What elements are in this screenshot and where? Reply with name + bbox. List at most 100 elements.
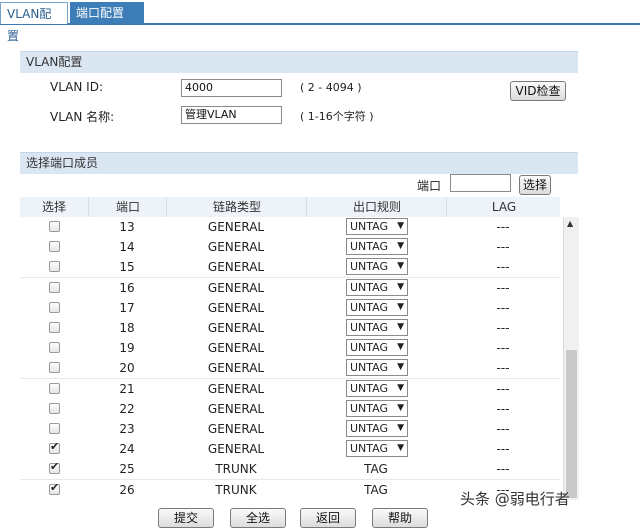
link-type: GENERAL xyxy=(207,341,265,356)
select-all-button[interactable]: 全选 xyxy=(230,508,286,528)
egress-rule-select[interactable]: UNTAG ▼ xyxy=(346,258,408,276)
egress-rule-value: UNTAG xyxy=(350,361,389,375)
lag-value: --- xyxy=(496,462,510,477)
back-button[interactable]: 返回 xyxy=(300,508,356,528)
link-type: GENERAL xyxy=(207,361,265,376)
chevron-down-icon: ▼ xyxy=(397,423,404,433)
egress-rule-value: UNTAG xyxy=(350,442,389,456)
link-type: GENERAL xyxy=(207,260,265,275)
port-number: 25 xyxy=(119,462,135,477)
table-scrollbar[interactable]: ▲ xyxy=(563,217,579,500)
port-number: 21 xyxy=(119,381,135,396)
table-row: 17 GENERAL UNTAG ▼ --- xyxy=(20,297,560,319)
lag-value: --- xyxy=(496,341,510,356)
row-select-checkbox[interactable] xyxy=(49,423,60,434)
table-row: 18 GENERAL UNTAG ▼ --- xyxy=(20,318,560,339)
row-select-checkbox[interactable] xyxy=(49,241,60,253)
egress-rule-select[interactable]: UNTAG ▼ xyxy=(346,440,408,458)
row-select-checkbox[interactable] xyxy=(49,362,60,374)
egress-rule-value: UNTAG xyxy=(350,280,389,294)
tab-port-config[interactable]: 端口配置 xyxy=(70,2,144,24)
egress-rule-value: UNTAG xyxy=(350,341,389,355)
egress-rule-value: UNTAG xyxy=(350,381,389,395)
row-select-checkbox[interactable] xyxy=(49,281,60,293)
row-select-checkbox[interactable] xyxy=(49,301,60,313)
chevron-down-icon: ▼ xyxy=(397,241,404,252)
chevron-down-icon: ▼ xyxy=(397,402,404,413)
egress-rule-select[interactable]: UNTAG ▼ xyxy=(346,298,408,316)
port-number: 13 xyxy=(119,220,135,234)
chevron-down-icon: ▼ xyxy=(397,342,404,353)
egress-rule-value: UNTAG xyxy=(350,401,389,415)
col-link-type: 链路类型 xyxy=(166,197,307,217)
link-type: GENERAL xyxy=(207,422,265,436)
scroll-up-icon[interactable]: ▲ xyxy=(567,219,573,228)
row-select-checkbox[interactable] xyxy=(49,221,60,232)
link-type: TRUNK xyxy=(215,482,257,497)
submit-button[interactable]: 提交 xyxy=(158,508,214,528)
egress-rule-select[interactable]: UNTAG ▼ xyxy=(346,319,408,336)
vlan-config-title: VLAN配置 xyxy=(20,51,578,73)
link-type: TRUNK xyxy=(215,462,257,477)
port-members-panel: 选择端口成员 端口 选择 xyxy=(20,152,578,196)
port-number: 18 xyxy=(119,321,135,335)
egress-rule-select[interactable]: UNTAG ▼ xyxy=(346,359,408,377)
egress-rule-select[interactable]: UNTAG ▼ xyxy=(346,399,408,417)
vlan-name-input[interactable]: 管理VLAN xyxy=(181,106,282,124)
col-port: 端口 xyxy=(88,197,167,217)
row-select-checkbox[interactable] xyxy=(49,322,60,333)
table-row: 15 GENERAL UNTAG ▼ --- xyxy=(20,257,560,279)
scroll-thumb[interactable] xyxy=(566,350,577,498)
table-row: 25 TRUNK TAG --- xyxy=(20,459,560,481)
egress-rule-select[interactable]: UNTAG ▼ xyxy=(346,238,408,256)
link-type: GENERAL xyxy=(207,240,265,255)
egress-rule-select[interactable]: UNTAG ▼ xyxy=(346,420,408,437)
table-row: 23 GENERAL UNTAG ▼ --- xyxy=(20,419,560,440)
row-select-checkbox[interactable] xyxy=(49,440,60,455)
row-select-checkbox[interactable] xyxy=(49,382,60,394)
col-lag: LAG xyxy=(446,197,561,217)
table-row: 19 GENERAL UNTAG ▼ --- xyxy=(20,338,560,360)
chevron-down-icon: ▼ xyxy=(397,281,404,292)
tab-vlan-config[interactable]: VLAN配置 xyxy=(0,2,68,43)
chevron-down-icon: ▼ xyxy=(397,443,404,454)
row-select-checkbox[interactable] xyxy=(49,460,60,475)
egress-rule-select[interactable]: UNTAG ▼ xyxy=(346,278,408,296)
link-type: GENERAL xyxy=(207,321,265,335)
vlan-config-panel: VLAN配置 VLAN ID: 4000 ( 2 - 4094 ) VID检查 … xyxy=(20,51,578,137)
port-number: 19 xyxy=(119,341,135,356)
lag-value: --- xyxy=(496,280,510,295)
tab-underline xyxy=(0,23,640,25)
port-number: 26 xyxy=(119,482,135,497)
row-select-checkbox[interactable] xyxy=(49,481,60,495)
lag-value: --- xyxy=(496,300,510,315)
chevron-down-icon: ▼ xyxy=(397,362,404,373)
egress-rule-select[interactable]: UNTAG ▼ xyxy=(346,339,408,357)
select-port-button[interactable]: 选择 xyxy=(519,175,551,195)
row-select-checkbox[interactable] xyxy=(49,342,60,354)
egress-rule-value: UNTAG xyxy=(350,422,389,435)
chevron-down-icon: ▼ xyxy=(397,261,404,272)
vid-check-button[interactable]: VID检查 xyxy=(510,81,566,101)
lag-value: --- xyxy=(496,381,510,396)
lag-value: --- xyxy=(496,260,510,275)
port-search-input[interactable] xyxy=(450,174,511,192)
port-number: 20 xyxy=(119,361,135,376)
help-button[interactable]: 帮助 xyxy=(372,508,428,528)
chevron-down-icon: ▼ xyxy=(397,221,404,231)
egress-rule-text: TAG xyxy=(364,482,388,497)
col-egress-rule: 出口规则 xyxy=(306,197,447,217)
link-type: GENERAL xyxy=(207,442,265,457)
egress-rule-value: UNTAG xyxy=(350,321,389,334)
port-number: 22 xyxy=(119,401,135,416)
vlan-id-input[interactable]: 4000 xyxy=(181,79,282,97)
lag-value: --- xyxy=(496,220,510,234)
egress-rule-select[interactable]: UNTAG ▼ xyxy=(346,379,408,397)
row-select-checkbox[interactable] xyxy=(49,402,60,414)
port-number: 16 xyxy=(119,280,135,295)
port-number: 15 xyxy=(119,260,135,275)
table-row: 20 GENERAL UNTAG ▼ --- xyxy=(20,358,560,380)
row-select-checkbox[interactable] xyxy=(49,261,60,273)
egress-rule-select[interactable]: UNTAG ▼ xyxy=(346,218,408,235)
vlan-id-hint: ( 2 - 4094 ) xyxy=(300,81,362,94)
